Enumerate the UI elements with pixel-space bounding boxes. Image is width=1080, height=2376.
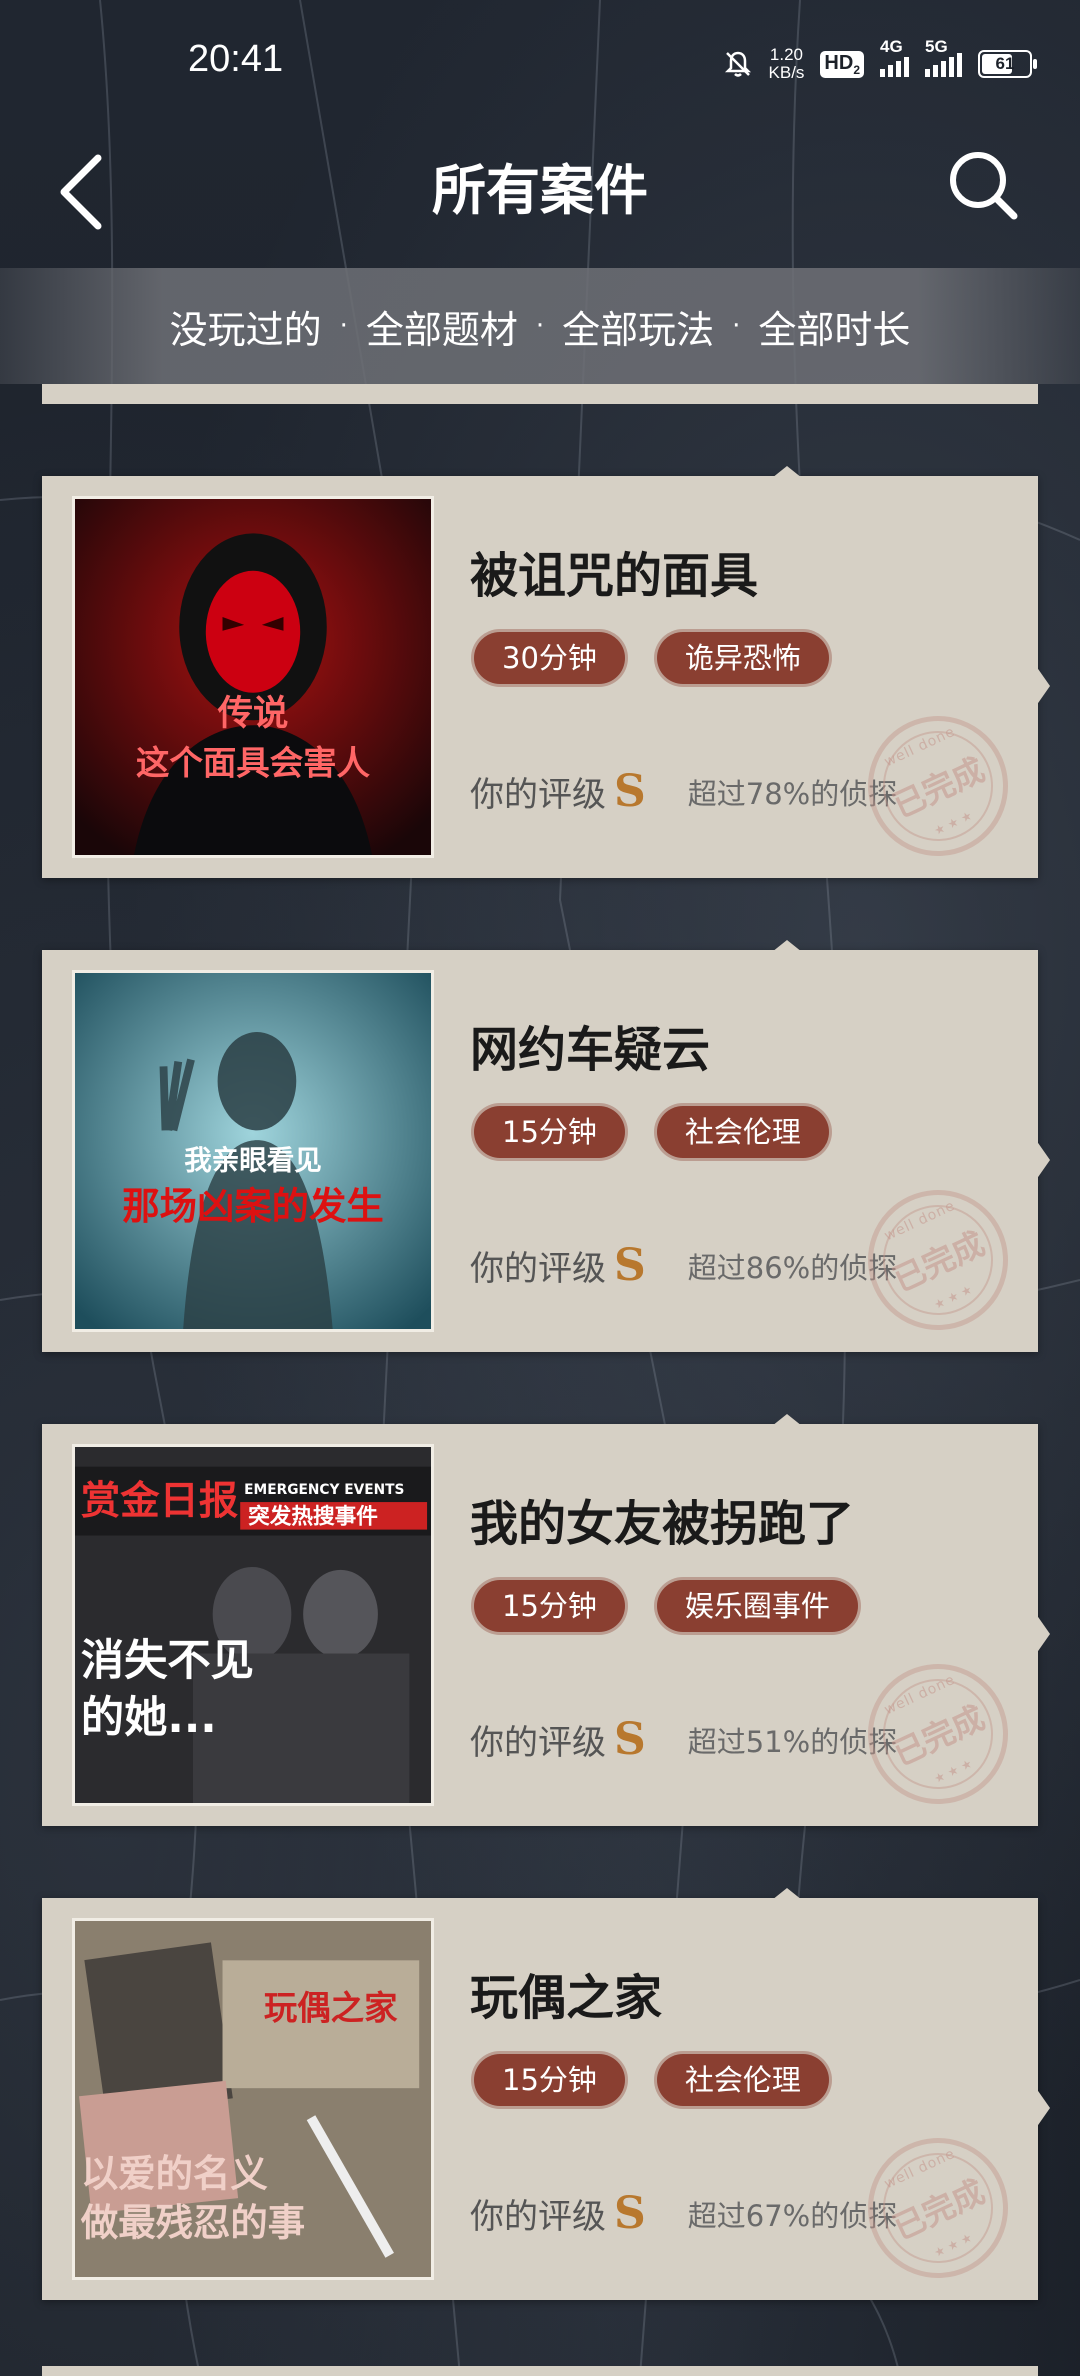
duration-tag: 15分钟	[474, 1580, 625, 1632]
filter-separator: ·	[535, 311, 545, 341]
svg-text:突发热搜事件: 突发热搜事件	[248, 1504, 378, 1530]
signal-icon: 4G	[880, 37, 909, 77]
case-cover: 传说 这个面具会害人	[72, 496, 434, 858]
rating-grade: S	[614, 766, 646, 817]
case-cover: 我亲眼看见 那场凶案的发生	[72, 970, 434, 1332]
rating-label: 你的评级	[470, 1723, 606, 1763]
genre-tag: 社会伦理	[656, 2054, 829, 2106]
rating-percentile: 超过78%的侦探	[687, 776, 898, 811]
search-button[interactable]	[944, 146, 1024, 226]
next-card-edge	[42, 2366, 1038, 2376]
status-icons: 1.20 KB/s HD2 4G 5G 61	[723, 37, 1037, 84]
svg-text:那场凶案的发生: 那场凶案的发生	[122, 1184, 384, 1228]
status-time: 20:41	[188, 38, 284, 80]
completed-stamp: well done 已完成 ★★★	[844, 1640, 1032, 1828]
svg-text:以爱的名义: 以爱的名义	[81, 2152, 268, 2196]
rating-grade: S	[614, 1714, 646, 1765]
rating-label: 你的评级	[470, 775, 606, 815]
rating-grade: S	[614, 1240, 646, 1291]
case-cover: 玩偶之家 以爱的名义 做最残忍的事	[72, 1918, 434, 2280]
case-title: 网约车疑云	[470, 1022, 711, 1078]
case-title: 我的女友被拐跑了	[470, 1496, 855, 1552]
filter-bar: 没玩过的 · 全部题材 · 全部玩法 · 全部时长	[0, 268, 1080, 384]
svg-text:赏金日报: 赏金日报	[81, 1478, 239, 1524]
previous-card-edge	[42, 384, 1038, 404]
svg-text:消失不见: 消失不见	[81, 1636, 254, 1686]
genre-tag: 娱乐圈事件	[656, 1580, 858, 1632]
rating-grade: S	[614, 2188, 646, 2239]
rating-percentile: 超过86%的侦探	[687, 1250, 898, 1285]
filter-played[interactable]: 没玩过的	[170, 299, 322, 354]
case-cover: 赏金日报 EMERGENCY EVENTS 突发热搜事件 消失不见 的她...	[72, 1444, 434, 1806]
battery-icon: 61	[978, 50, 1037, 78]
filter-duration[interactable]: 全部时长	[758, 299, 910, 354]
svg-text:这个面具会害人: 这个面具会害人	[136, 743, 371, 782]
case-card[interactable]: 玩偶之家 以爱的名义 做最残忍的事 玩偶之家 15分钟 社会伦理 你的评级 S …	[42, 1888, 1050, 2302]
hd-badge: HD2	[820, 50, 864, 78]
signal-icon: 5G	[925, 37, 962, 77]
case-title: 玩偶之家	[470, 1970, 663, 2026]
svg-text:的她...: 的她...	[81, 1693, 217, 1743]
filter-genre[interactable]: 全部题材	[366, 299, 518, 354]
duration-tag: 15分钟	[474, 2054, 625, 2106]
filter-gameplay[interactable]: 全部玩法	[562, 299, 714, 354]
net-speed: 1.20 KB/s	[768, 45, 805, 82]
search-icon	[950, 152, 1018, 220]
svg-text:传说: 传说	[217, 693, 289, 734]
svg-text:我亲眼看见: 我亲眼看见	[184, 1145, 322, 1177]
duration-tag: 30分钟	[474, 632, 625, 684]
case-card[interactable]: 赏金日报 EMERGENCY EVENTS 突发热搜事件 消失不见 的她... …	[42, 1414, 1050, 1828]
status-bar: 20:41 1.20 KB/s HD2 4G 5G 61	[0, 0, 1080, 100]
genre-tag: 诡异恐怖	[656, 632, 829, 684]
case-card[interactable]: 传说 这个面具会害人 被诅咒的面具 30分钟 诡异恐怖 你的评级 S 超过78%…	[42, 466, 1050, 880]
completed-stamp: well done 已完成 ★★★	[844, 692, 1032, 880]
rating-percentile: 超过51%的侦探	[687, 1724, 898, 1759]
rating-label: 你的评级	[470, 1249, 606, 1289]
completed-stamp: well done 已完成 ★★★	[844, 2114, 1032, 2302]
rating-percentile: 超过67%的侦探	[687, 2198, 898, 2233]
filter-separator: ·	[732, 311, 741, 341]
svg-text:玩偶之家: 玩偶之家	[264, 1988, 398, 2027]
genre-tag: 社会伦理	[656, 1106, 829, 1158]
svg-text:EMERGENCY EVENTS: EMERGENCY EVENTS	[244, 1482, 404, 1498]
page-title: 所有案件	[432, 158, 648, 222]
filter-separator: ·	[339, 311, 348, 341]
nav-bar: 所有案件	[0, 110, 1080, 260]
case-title: 被诅咒的面具	[470, 548, 759, 604]
rating-label: 你的评级	[470, 2197, 606, 2237]
case-card[interactable]: 我亲眼看见 那场凶案的发生 网约车疑云 15分钟 社会伦理 你的评级 S 超过8…	[42, 940, 1050, 1354]
duration-tag: 15分钟	[474, 1106, 625, 1158]
mute-bell-icon	[724, 51, 751, 77]
svg-text:做最残忍的事: 做最残忍的事	[80, 2201, 305, 2245]
completed-stamp: well done 已完成 ★★★	[844, 1166, 1032, 1354]
